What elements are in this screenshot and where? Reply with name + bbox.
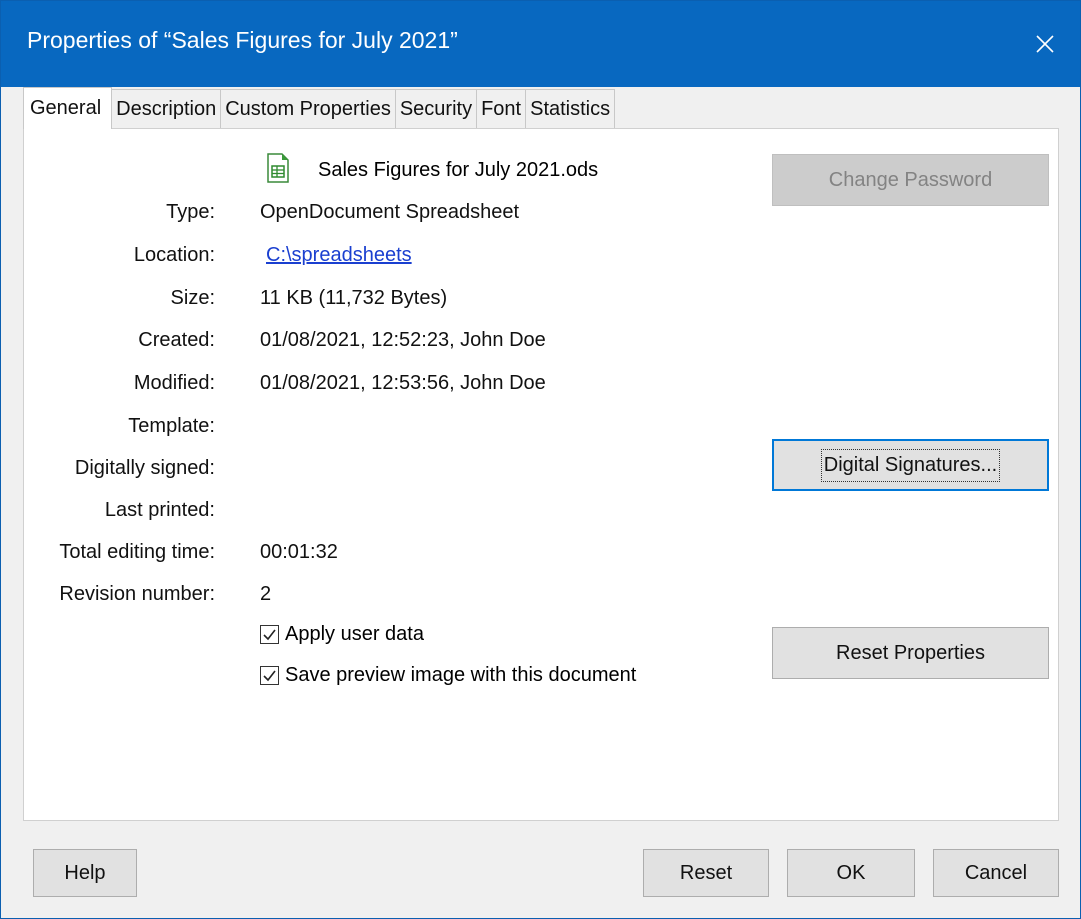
spreadsheet-icon — [267, 153, 289, 183]
last-printed-row: Last printed: — [24, 499, 1058, 533]
tab-bar: General Description Custom Properties Se… — [23, 87, 616, 129]
save-preview-label: Save preview image with this document — [285, 664, 637, 686]
size-value: 11 KB (11,732 Bytes) — [260, 287, 448, 309]
cancel-button[interactable]: Cancel — [933, 849, 1059, 897]
tab-description[interactable]: Description — [111, 89, 222, 129]
modified-value: 01/08/2021, 12:53:56, John Doe — [260, 372, 546, 394]
type-label: Type: — [166, 201, 215, 223]
window-title: Properties of “Sales Figures for July 20… — [27, 27, 458, 53]
size-row: Size: 11 KB (11,732 Bytes) — [24, 287, 1058, 321]
apply-user-data-checkbox[interactable]: Apply user data — [260, 623, 424, 646]
editing-time-label: Total editing time: — [59, 541, 215, 563]
save-preview-checkbox[interactable]: Save preview image with this document — [260, 664, 636, 687]
digitally-signed-label: Digitally signed: — [74, 457, 215, 479]
type-row: Type: OpenDocument Spreadsheet — [24, 201, 1058, 235]
modified-row: Modified: 01/08/2021, 12:53:56, John Doe — [24, 372, 1058, 406]
location-label: Location: — [133, 244, 215, 266]
location-row: Location: C:\spreadsheets — [24, 244, 1058, 278]
tab-font[interactable]: Font — [476, 89, 527, 129]
checkmark-icon — [260, 666, 279, 685]
general-panel: Sales Figures for July 2021.ods Change P… — [23, 128, 1059, 821]
reset-button[interactable]: Reset — [643, 849, 769, 897]
properties-dialog: Properties of “Sales Figures for July 20… — [0, 0, 1081, 919]
created-row: Created: 01/08/2021, 12:52:23, John Doe — [24, 329, 1058, 363]
template-label: Template: — [128, 415, 215, 437]
size-label: Size: — [170, 287, 215, 309]
file-name: Sales Figures for July 2021.ods — [318, 159, 599, 181]
close-button[interactable] — [1010, 1, 1080, 87]
editing-time-value: 00:01:32 — [260, 541, 338, 563]
revision-label: Revision number: — [59, 583, 215, 605]
created-value: 01/08/2021, 12:52:23, John Doe — [260, 329, 546, 351]
digital-signatures-label: Digital Signatures... — [820, 448, 1001, 482]
revision-row: Revision number: 2 — [24, 583, 1058, 617]
tab-statistics[interactable]: Statistics — [525, 89, 616, 129]
help-button[interactable]: Help — [33, 849, 137, 897]
type-value: OpenDocument Spreadsheet — [260, 201, 520, 223]
ok-button[interactable]: OK — [787, 849, 915, 897]
digital-signatures-button[interactable]: Digital Signatures... — [772, 439, 1049, 491]
change-password-button[interactable]: Change Password — [772, 154, 1049, 206]
last-printed-label: Last printed: — [104, 499, 215, 521]
apply-user-data-label: Apply user data — [285, 623, 424, 645]
checkmark-icon — [260, 625, 279, 644]
tab-general[interactable]: General — [23, 87, 113, 129]
modified-label: Modified: — [133, 372, 215, 394]
title-bar[interactable]: Properties of “Sales Figures for July 20… — [1, 1, 1080, 87]
tab-security[interactable]: Security — [394, 89, 478, 129]
editing-time-row: Total editing time: 00:01:32 — [24, 541, 1058, 575]
created-label: Created: — [138, 329, 215, 351]
close-icon — [1036, 35, 1054, 53]
tab-custom-properties[interactable]: Custom Properties — [220, 89, 396, 129]
revision-value: 2 — [260, 583, 272, 605]
location-link[interactable]: C:\spreadsheets — [266, 244, 412, 267]
reset-properties-button[interactable]: Reset Properties — [772, 627, 1049, 679]
